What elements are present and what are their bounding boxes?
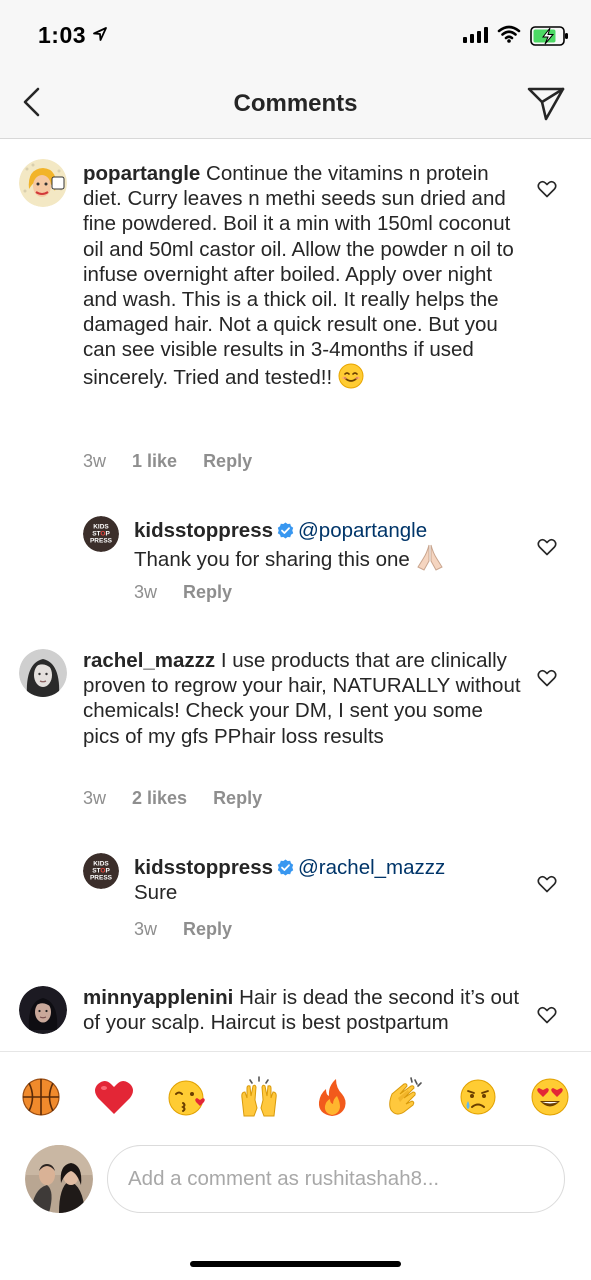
comment-time: 3w bbox=[83, 451, 107, 471]
avatar[interactable] bbox=[19, 986, 67, 1034]
comment-text: Continue the vitamins n protein diet. Cu… bbox=[83, 162, 514, 389]
basketball-emoji-icon[interactable] bbox=[18, 1074, 64, 1120]
heart-icon[interactable] bbox=[537, 875, 557, 893]
status-time: 1:03 bbox=[38, 22, 87, 48]
home-indicator bbox=[190, 1261, 401, 1267]
svg-text:PRESS: PRESS bbox=[90, 875, 113, 882]
comment-input[interactable] bbox=[107, 1145, 565, 1213]
comment-mention[interactable]: @popartangle bbox=[298, 519, 427, 542]
clapping-hands-emoji-icon[interactable] bbox=[382, 1074, 428, 1120]
heart-icon[interactable] bbox=[537, 669, 557, 687]
reply-button[interactable]: Reply bbox=[203, 451, 252, 472]
svg-text:STOP: STOP bbox=[92, 531, 110, 538]
face-blowing-kiss-emoji-icon[interactable] bbox=[164, 1074, 210, 1120]
avatar[interactable]: KIDS STOP PRESS bbox=[83, 853, 119, 889]
comment-time: 3w bbox=[83, 788, 107, 808]
avatar[interactable] bbox=[19, 649, 67, 697]
fire-emoji-icon[interactable] bbox=[309, 1074, 355, 1120]
svg-text:KIDS: KIDS bbox=[93, 861, 109, 868]
svg-text:KIDS: KIDS bbox=[93, 524, 109, 531]
crying-face-emoji-icon[interactable] bbox=[455, 1074, 501, 1120]
heart-eyes-emoji-icon[interactable] bbox=[527, 1074, 573, 1120]
verified-badge-icon bbox=[277, 522, 294, 539]
verified-badge-icon bbox=[277, 859, 294, 876]
comment-username[interactable]: minnyapplenini bbox=[83, 986, 233, 1009]
direct-send-icon[interactable] bbox=[526, 83, 566, 123]
comment-meta: 3w Reply bbox=[134, 919, 232, 940]
reply-button[interactable]: Reply bbox=[183, 919, 232, 940]
wifi-icon bbox=[497, 25, 521, 43]
location-arrow-icon bbox=[93, 27, 107, 41]
comment-meta: 3w Reply bbox=[134, 582, 232, 603]
page-title: Comments bbox=[233, 90, 358, 117]
svg-text:STOP: STOP bbox=[92, 868, 110, 875]
comment-meta: 3w 1 like Reply bbox=[83, 451, 252, 472]
comment-meta: 3w 2 likes Reply bbox=[83, 788, 262, 809]
smiling-face-emoji-icon bbox=[338, 363, 364, 389]
likes-count[interactable]: 2 likes bbox=[132, 788, 187, 809]
heart-icon[interactable] bbox=[537, 180, 557, 198]
comment-text: Thank you for sharing this one bbox=[134, 548, 410, 572]
comment-body: rachel_mazzz I use products that are cli… bbox=[83, 648, 523, 749]
heart-icon[interactable] bbox=[537, 538, 557, 556]
comment-body: kidsstoppress @popartangle Thank you for … bbox=[134, 518, 524, 572]
comment-username[interactable]: kidsstoppress bbox=[134, 856, 273, 879]
current-user-avatar[interactable] bbox=[25, 1145, 93, 1213]
status-bar: 1:03 bbox=[0, 0, 591, 70]
comment-composer bbox=[0, 1142, 591, 1280]
comment-time: 3w bbox=[134, 582, 158, 602]
battery-charging-icon bbox=[530, 26, 568, 46]
comments-list[interactable]: popartangle Continue the vitamins n prot… bbox=[0, 139, 591, 1051]
comment-body: kidsstoppress @rachel_mazzz Sure bbox=[134, 855, 524, 905]
comment-body: minnyapplenini Hair is dead the second i… bbox=[83, 985, 523, 1035]
reply-button[interactable]: Reply bbox=[213, 788, 262, 809]
comment-mention[interactable]: @rachel_mazzz bbox=[298, 856, 445, 879]
avatar[interactable] bbox=[19, 159, 67, 207]
comment-text: Sure bbox=[134, 881, 178, 905]
comment-username[interactable]: kidsstoppress bbox=[134, 519, 273, 542]
heart-icon[interactable] bbox=[537, 1006, 557, 1024]
cellular-signal-icon bbox=[463, 27, 488, 43]
folded-hands-emoji-icon bbox=[417, 545, 444, 571]
comment-time: 3w bbox=[134, 919, 158, 939]
reply-button[interactable]: Reply bbox=[183, 582, 232, 603]
comment-username[interactable]: popartangle bbox=[83, 162, 200, 185]
comment-body: popartangle Continue the vitamins n prot… bbox=[83, 161, 523, 390]
header-bar: Comments bbox=[0, 70, 591, 139]
svg-text:PRESS: PRESS bbox=[90, 538, 113, 545]
emoji-quick-bar bbox=[0, 1051, 591, 1142]
raising-hands-emoji-icon[interactable] bbox=[236, 1074, 282, 1120]
avatar[interactable]: KIDS STOP PRESS bbox=[83, 516, 119, 552]
red-heart-emoji-icon[interactable] bbox=[91, 1074, 137, 1120]
likes-count[interactable]: 1 like bbox=[132, 451, 177, 472]
comment-username[interactable]: rachel_mazzz bbox=[83, 649, 215, 672]
